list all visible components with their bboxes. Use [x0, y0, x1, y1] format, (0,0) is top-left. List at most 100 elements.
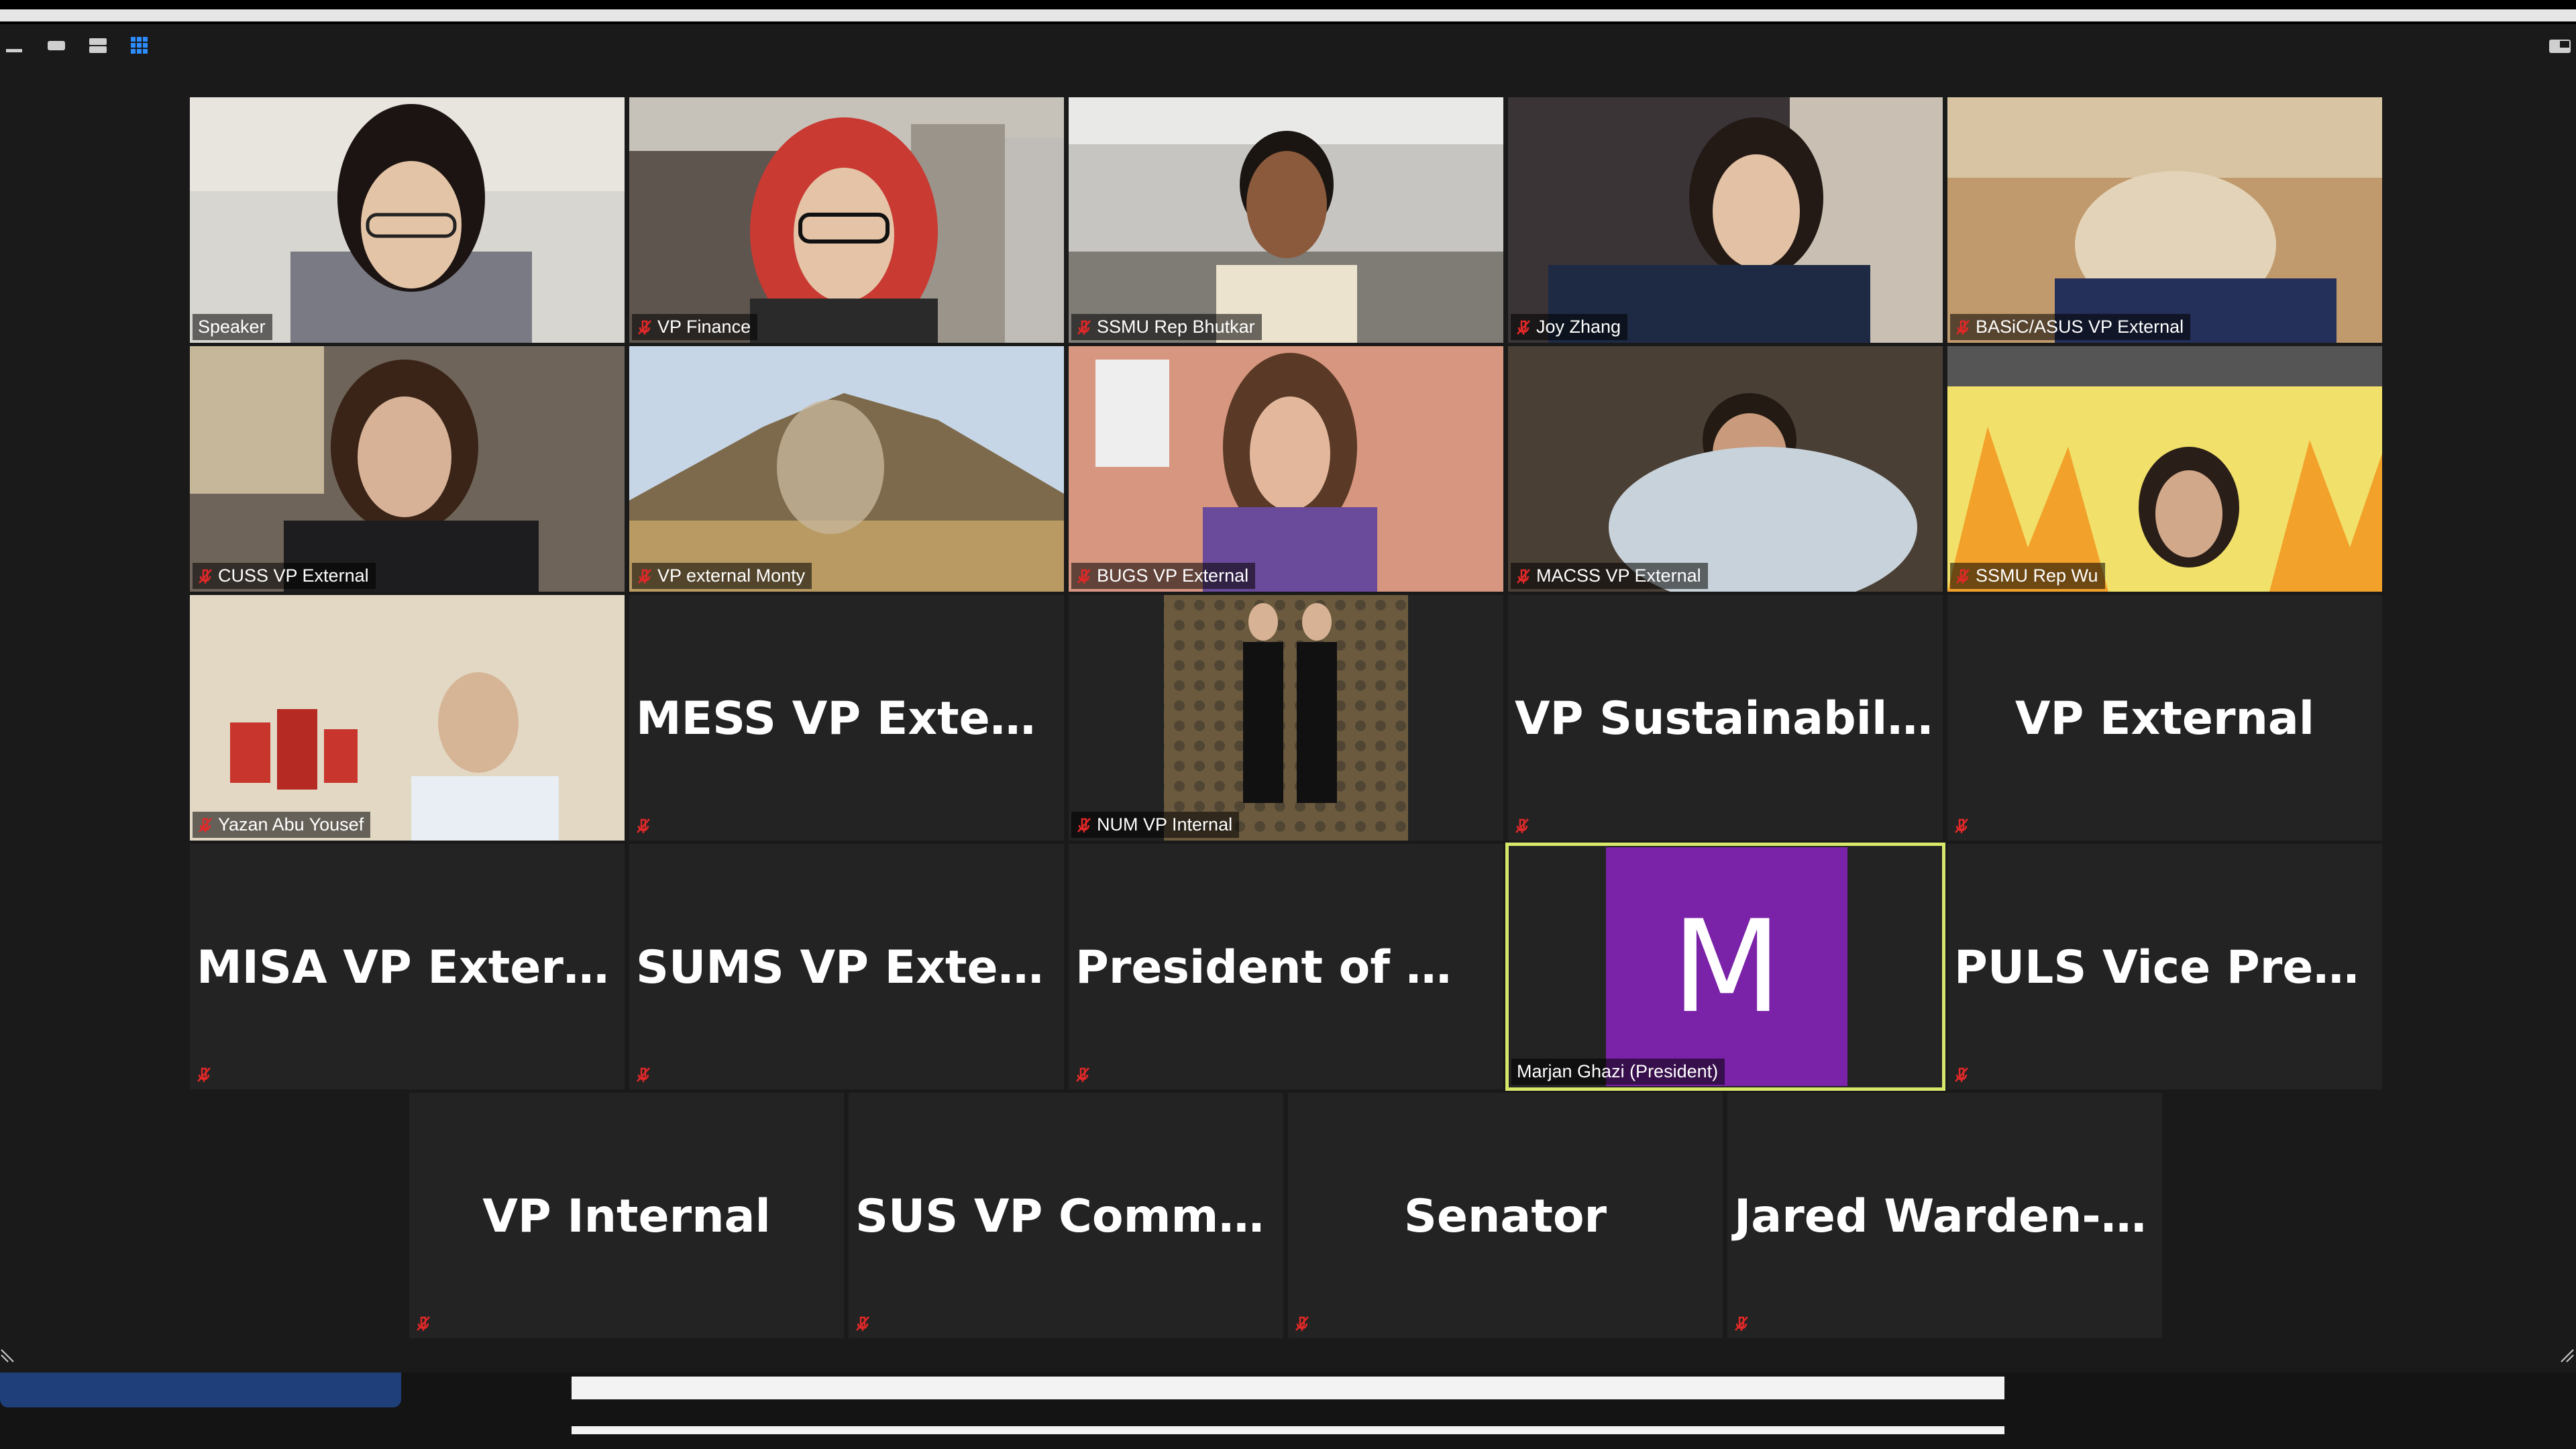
muted-mic-icon	[1956, 319, 1970, 335]
muted-mic-icon	[417, 1316, 430, 1331]
muted-mic-icon	[637, 1067, 650, 1082]
participant-name: SSMU Rep Bhutkar	[1097, 317, 1255, 337]
participant-name: Senator	[1403, 1190, 1607, 1243]
participant-label: Joy Zhang	[1511, 314, 1628, 340]
muted-mic-icon	[1956, 568, 1970, 584]
participant-tile[interactable]: Jared Warden-J...	[1727, 1093, 2162, 1338]
participant-tile[interactable]: SUS VP Commu...	[849, 1093, 1283, 1338]
participant-label: Marjan Ghazi (President)	[1511, 1059, 1725, 1085]
participant-tile[interactable]: SUMS VP External	[629, 844, 1064, 1089]
participant-label: VP external Monty	[632, 563, 812, 589]
participant-label: BASiC/ASUS VP External	[1950, 314, 2191, 340]
participant-name: MISA VP External	[197, 941, 625, 994]
muted-mic-icon	[637, 818, 650, 833]
participant-label: CUSS VP External	[193, 563, 376, 589]
participant-name: Joy Zhang	[1536, 317, 1621, 337]
participant-name: President of Mo...	[1075, 941, 1503, 994]
participant-tile[interactable]: CUSS VP External	[190, 346, 625, 592]
participant-tile[interactable]: VP Internal	[409, 1093, 844, 1338]
participant-label: VP Finance	[632, 314, 758, 340]
participant-video	[190, 595, 625, 841]
gallery-grid: Speaker VP Finance SSMU Rep Bhutkar Joy …	[0, 0, 2576, 1449]
participant-name: MACSS VP External	[1536, 566, 1701, 586]
participant-label: NUM VP Internal	[1071, 812, 1240, 838]
muted-mic-icon	[1295, 1316, 1309, 1331]
muted-mic-icon	[1077, 817, 1091, 833]
participant-video	[629, 346, 1064, 592]
participant-name: VP external Monty	[657, 566, 806, 586]
participant-name: CUSS VP External	[218, 566, 369, 586]
participant-tile[interactable]: Yazan Abu Yousef	[190, 595, 625, 841]
participant-name: SUMS VP External	[636, 941, 1064, 994]
participant-label: SSMU Rep Wu	[1950, 563, 2105, 589]
muted-mic-icon	[1517, 568, 1530, 584]
participant-video	[1069, 97, 1503, 343]
active-speaker-tile[interactable]: M Marjan Ghazi (President)	[1505, 843, 1945, 1091]
participant-name: MESS VP External	[636, 692, 1064, 745]
muted-mic-icon	[1515, 818, 1529, 833]
muted-mic-icon	[1955, 818, 1968, 833]
participant-tile[interactable]: SSMU Rep Bhutkar	[1069, 97, 1503, 343]
participant-tile[interactable]: BUGS VP External	[1069, 346, 1503, 592]
muted-mic-icon	[1076, 1067, 1089, 1082]
participant-name: NUM VP Internal	[1097, 814, 1233, 835]
avatar: M	[1606, 847, 1847, 1086]
muted-mic-icon	[199, 817, 212, 833]
muted-mic-icon	[197, 1067, 211, 1082]
muted-mic-icon	[1517, 319, 1530, 335]
participant-label: MACSS VP External	[1511, 563, 1708, 589]
participant-name: BUGS VP External	[1097, 566, 1249, 586]
muted-mic-icon	[1077, 568, 1091, 584]
participant-tile[interactable]: SSMU Rep Wu	[1947, 346, 2382, 592]
participant-name: Marjan Ghazi (President)	[1517, 1061, 1719, 1081]
participant-tile[interactable]: Senator	[1288, 1093, 1723, 1338]
participant-tile[interactable]: VP Finance	[629, 97, 1064, 343]
participant-name: VP Sustainability	[1515, 692, 1943, 745]
muted-mic-icon	[1955, 1067, 1968, 1082]
resize-handle-left[interactable]	[0, 1348, 17, 1366]
participant-name: Speaker	[198, 317, 266, 337]
participant-label: BUGS VP External	[1071, 563, 1256, 589]
participant-name: VP Finance	[657, 317, 751, 337]
participant-name: SUS VP Commu...	[855, 1190, 1283, 1243]
background-bar	[572, 1377, 2004, 1399]
participant-name: VP Internal	[482, 1190, 771, 1243]
participant-tile[interactable]: MACSS VP External	[1508, 346, 1943, 592]
participant-video	[190, 346, 625, 592]
participant-tile[interactable]: VP external Monty	[629, 346, 1064, 592]
participant-label: SSMU Rep Bhutkar	[1071, 314, 1262, 340]
participant-tile[interactable]: VP Sustainability	[1508, 595, 1943, 841]
participant-video	[1069, 346, 1503, 592]
profile-photo	[1069, 595, 1503, 841]
participant-tile[interactable]: PULS Vice Presid...	[1947, 844, 2382, 1089]
participant-tile[interactable]: BASiC/ASUS VP External	[1947, 97, 2382, 343]
participant-tile[interactable]: Speaker	[190, 97, 625, 343]
muted-mic-icon	[856, 1316, 869, 1331]
background-button	[0, 1373, 401, 1407]
participant-label: Speaker	[193, 314, 272, 340]
participant-tile[interactable]: MISA VP External	[190, 844, 625, 1089]
participant-tile[interactable]: President of Mo...	[1069, 844, 1503, 1089]
muted-mic-icon	[1735, 1316, 1748, 1331]
participant-name: Yazan Abu Yousef	[218, 814, 364, 835]
participant-name: PULS Vice Presid...	[1954, 941, 2382, 994]
participant-tile[interactable]: MESS VP External	[629, 595, 1064, 841]
participant-tile[interactable]: VP External	[1947, 595, 2382, 841]
avatar-letter: M	[1672, 892, 1782, 1041]
participant-name: Jared Warden-J...	[1734, 1190, 2162, 1243]
participant-name: SSMU Rep Wu	[1976, 566, 2098, 586]
background-bar	[572, 1426, 2004, 1434]
participant-name: VP External	[2015, 692, 2315, 745]
participant-video	[1947, 346, 2382, 592]
participant-name: BASiC/ASUS VP External	[1976, 317, 2184, 337]
participant-video	[629, 97, 1064, 343]
participant-tile[interactable]: Joy Zhang	[1508, 97, 1943, 343]
participant-video	[1947, 97, 2382, 343]
muted-mic-icon	[638, 319, 651, 335]
participant-tile[interactable]: NUM VP Internal	[1069, 595, 1503, 841]
participant-label: Yazan Abu Yousef	[193, 812, 371, 838]
muted-mic-icon	[199, 568, 212, 584]
participant-video	[1508, 346, 1943, 592]
participant-video	[190, 97, 625, 343]
resize-handle-right[interactable]	[2557, 1348, 2575, 1366]
